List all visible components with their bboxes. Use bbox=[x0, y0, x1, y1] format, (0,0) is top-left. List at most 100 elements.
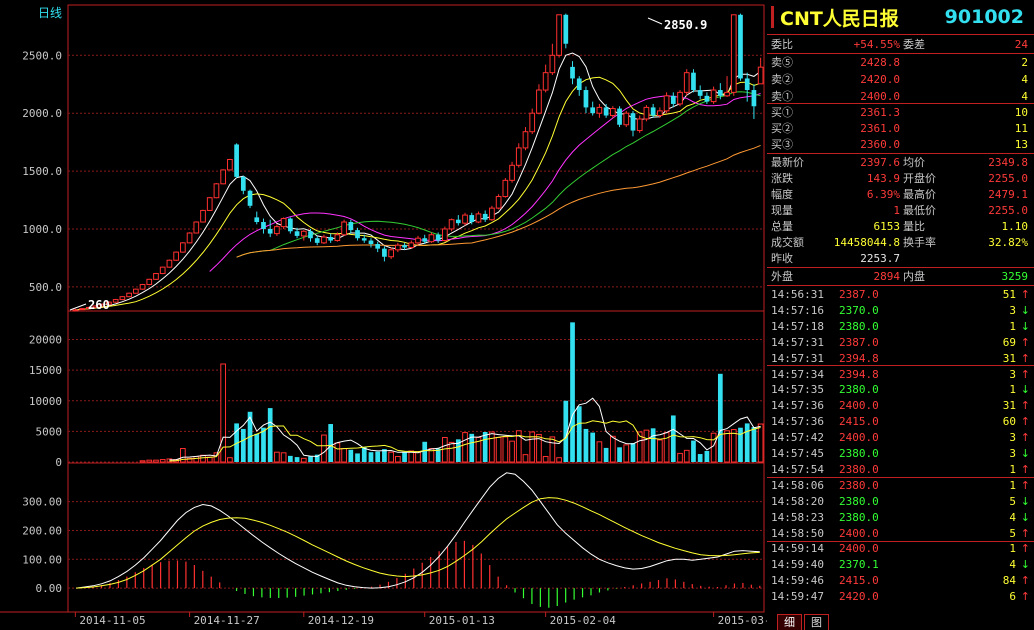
kline-chart[interactable]: 日线 2500.0 2000.0 1500.0 1000.0 500.0 20000 15… bbox=[0, 0, 767, 630]
volume-bar bbox=[643, 429, 650, 463]
volume-bar bbox=[361, 447, 367, 462]
candle-body bbox=[704, 95, 710, 102]
candle bbox=[482, 210, 488, 223]
quote-row: 昨收 2253.7 bbox=[767, 251, 1034, 267]
volume-bar bbox=[623, 444, 630, 463]
candle-body bbox=[375, 244, 381, 249]
volume-bar bbox=[738, 427, 743, 462]
volume-bar bbox=[542, 455, 549, 463]
arrow-down-icon: ↓ bbox=[1020, 303, 1030, 317]
inner-value: 3259 bbox=[1001, 270, 1029, 283]
prev-close-value: 2253.7 bbox=[860, 252, 900, 265]
prev-close-label: 昨收 bbox=[771, 252, 793, 265]
arrow-up-icon: ↑ bbox=[1020, 415, 1030, 429]
candle-body bbox=[442, 228, 448, 242]
volume-bar bbox=[670, 415, 676, 462]
candle bbox=[636, 115, 643, 133]
candle bbox=[462, 212, 468, 226]
stat-value: 6.39% bbox=[866, 188, 900, 201]
volume-bar bbox=[704, 450, 710, 462]
candle bbox=[542, 64, 549, 93]
tick-price: 2380.0 bbox=[839, 447, 879, 460]
tick-volume: 51 bbox=[1002, 288, 1016, 301]
candle bbox=[549, 43, 556, 75]
candle-body bbox=[355, 230, 360, 239]
bid-volume: 13 bbox=[1014, 138, 1028, 151]
candle-body bbox=[220, 169, 227, 185]
candle bbox=[704, 92, 710, 104]
stat-value: 32.82% bbox=[988, 236, 1028, 249]
candle-body bbox=[79, 308, 85, 311]
ma5-line bbox=[75, 52, 761, 311]
tick-volume: 1 bbox=[1009, 542, 1016, 556]
tick-price: 2415.0 bbox=[839, 574, 879, 588]
tick-time: 14:58:20 bbox=[771, 494, 824, 508]
arrow-up-icon: ↑ bbox=[1020, 399, 1030, 413]
tick-price: 2400.0 bbox=[839, 542, 879, 556]
candle-body bbox=[193, 221, 200, 234]
tick-price: 2380.0 bbox=[839, 478, 879, 492]
arrow-down-icon: ↓ bbox=[1020, 383, 1030, 397]
candle bbox=[321, 234, 327, 245]
candle bbox=[617, 106, 622, 128]
candle bbox=[751, 84, 757, 119]
ask-label: 卖② bbox=[771, 73, 793, 86]
candle bbox=[563, 13, 569, 49]
chart-frame bbox=[67, 4, 765, 613]
candle-body bbox=[227, 159, 233, 171]
tick-time: 14:59:46 bbox=[771, 574, 824, 588]
volume-bar bbox=[509, 440, 515, 463]
volume-bar bbox=[495, 437, 502, 463]
volume-bar bbox=[697, 454, 703, 462]
candle-body bbox=[119, 296, 126, 301]
candle bbox=[509, 161, 515, 183]
candle bbox=[408, 240, 415, 249]
ask-label: 卖⑤ bbox=[771, 56, 793, 69]
volume-bar bbox=[388, 451, 394, 463]
candle bbox=[159, 266, 166, 275]
panel-tabs: 细 图 bbox=[777, 614, 831, 630]
ask-volume: 4 bbox=[1021, 73, 1028, 86]
price-tick-label: 1500.0 bbox=[22, 165, 62, 178]
tab-detail[interactable]: 细 bbox=[777, 614, 802, 630]
tick-volume: 3 bbox=[1009, 431, 1016, 445]
quote-title: CNT人民日报 901002 bbox=[767, 0, 1034, 35]
tick-price: 2380.0 bbox=[839, 510, 879, 524]
trade-tick-row: 14:57:54 2380.0 1 ↑ bbox=[767, 462, 1034, 478]
candle bbox=[146, 278, 153, 286]
quote-row: 成交额 14458044.8 换手率 32.82% bbox=[767, 235, 1034, 251]
macd-bars bbox=[84, 540, 761, 608]
tick-price: 2380.0 bbox=[839, 319, 879, 333]
candle bbox=[670, 92, 676, 108]
stat-label: 换手率 bbox=[903, 236, 936, 249]
volume-bar bbox=[609, 435, 616, 463]
trade-tick-row: 14:59:40 2370.1 4 ↓ bbox=[767, 557, 1034, 573]
candle bbox=[596, 103, 603, 118]
stat-label: 最低价 bbox=[903, 204, 936, 217]
volume-bar bbox=[590, 432, 596, 462]
period-label[interactable]: 日线 bbox=[38, 6, 62, 20]
candle bbox=[287, 217, 293, 234]
candle bbox=[274, 224, 280, 236]
candle-body bbox=[200, 209, 206, 223]
candle bbox=[576, 76, 582, 96]
volume-bar bbox=[422, 441, 428, 462]
candle bbox=[314, 235, 320, 246]
volume-bar bbox=[341, 448, 347, 463]
candle bbox=[206, 197, 213, 212]
candle bbox=[730, 14, 737, 96]
tab-chart[interactable]: 图 bbox=[804, 614, 829, 630]
quote-row: 涨跌 143.9 开盘价 2255.0 bbox=[767, 171, 1034, 187]
tick-volume: 4 bbox=[1009, 558, 1016, 572]
tick-price: 2387.0 bbox=[839, 335, 879, 349]
candle bbox=[609, 106, 616, 118]
candle-body bbox=[287, 218, 293, 232]
volume-bar bbox=[153, 459, 159, 463]
ask-price: 2428.8 bbox=[860, 56, 900, 69]
candle-body bbox=[361, 238, 367, 241]
candle bbox=[368, 238, 374, 248]
tick-price: 2420.0 bbox=[839, 590, 879, 604]
trade-tick-row: 14:57:16 2370.0 3 ↓ bbox=[767, 303, 1034, 319]
volume-bar bbox=[576, 406, 582, 462]
candle-body bbox=[267, 228, 273, 234]
